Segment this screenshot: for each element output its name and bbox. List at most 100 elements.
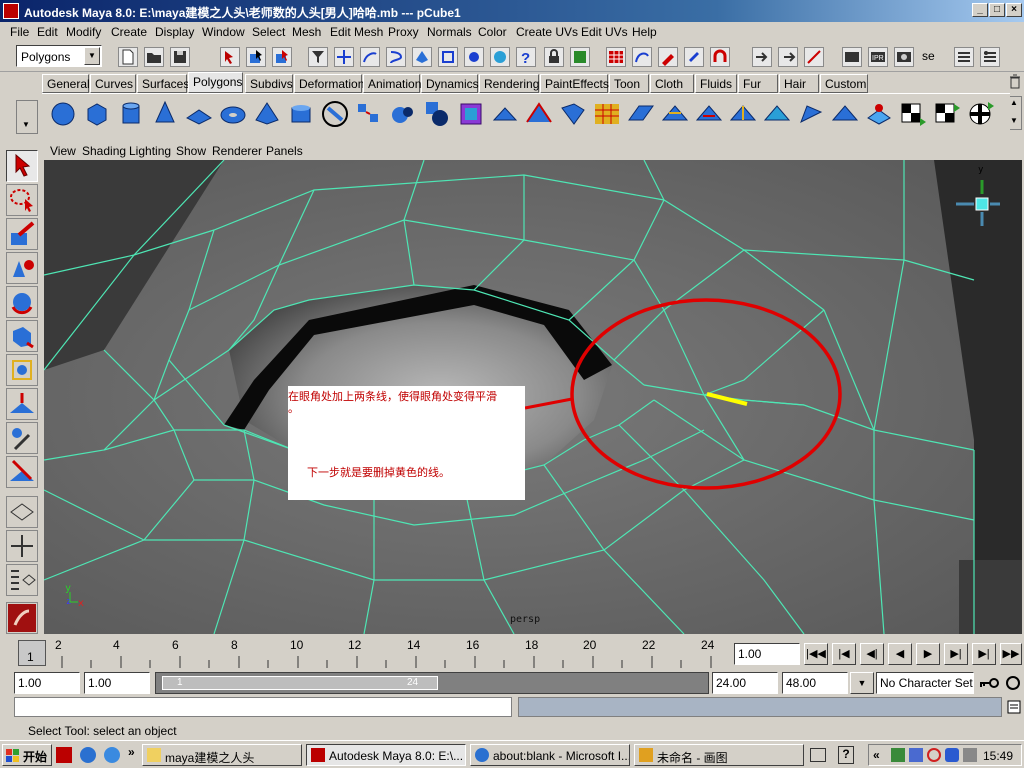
menu-proxy[interactable]: Proxy [388, 25, 419, 39]
playback-end-field[interactable]: 24.00 [712, 672, 778, 694]
menu-edit-mesh[interactable]: Edit Mesh [330, 25, 383, 39]
internet-explorer-icon[interactable] [104, 747, 120, 763]
create-polygon-icon[interactable] [592, 98, 622, 130]
menu-create-uvs[interactable]: Create UVs [516, 25, 578, 39]
lock-icon[interactable] [544, 47, 564, 67]
scale-tool-icon[interactable] [6, 320, 38, 352]
step-forward-frame-button[interactable]: ▶| [944, 643, 968, 665]
poly-cube-icon[interactable] [82, 98, 112, 130]
menu-window[interactable]: Window [202, 25, 245, 39]
tab-painteffects[interactable]: PaintEffects [540, 74, 609, 93]
outliner-layout-icon[interactable] [6, 564, 38, 596]
playback-start-field[interactable]: 1.00 [84, 672, 150, 694]
menu-modify[interactable]: Modify [66, 25, 101, 39]
uv-checker-icon[interactable] [898, 98, 928, 130]
duplicate-face-icon[interactable] [830, 98, 860, 130]
tab-hair[interactable]: Hair [779, 74, 819, 93]
extract-icon[interactable] [864, 98, 894, 130]
menu-normals[interactable]: Normals [427, 25, 472, 39]
shelf-menu-button[interactable]: ▼ [16, 100, 38, 134]
snap-live-icon[interactable] [438, 47, 458, 67]
lasso-tool-icon[interactable] [6, 184, 38, 216]
combine-icon[interactable] [320, 98, 350, 130]
tab-deformation[interactable]: Deformation [294, 74, 364, 93]
select-component-icon[interactable] [272, 47, 292, 67]
cut-faces-icon[interactable] [728, 98, 758, 130]
render-view-icon[interactable] [606, 47, 626, 67]
go-to-start-button[interactable]: |◀◀ [804, 643, 828, 665]
range-slider[interactable]: 1 24 [155, 672, 709, 694]
play-backward-button[interactable]: ◀ [888, 643, 912, 665]
menu-edit[interactable]: Edit [37, 25, 58, 39]
current-time-field[interactable]: 1.00 [734, 643, 800, 665]
brush-icon[interactable] [658, 47, 678, 67]
menu-set-dropdown[interactable]: Polygons ▼ [16, 45, 102, 67]
tab-fur[interactable]: Fur [738, 74, 778, 93]
menu-file[interactable]: File [10, 25, 29, 39]
panel-menu-lighting[interactable]: Lighting [129, 144, 171, 158]
panel-menu-shading[interactable]: Shading [82, 144, 126, 158]
smooth-icon[interactable] [388, 98, 418, 130]
menu-mesh[interactable]: Mesh [292, 25, 321, 39]
poly-pipe-icon[interactable] [286, 98, 316, 130]
single-perspective-layout-icon[interactable] [6, 496, 38, 528]
ipr-render-icon[interactable]: IPR [868, 47, 888, 67]
menu-create[interactable]: Create [111, 25, 147, 39]
curve-tool-icon[interactable] [632, 47, 652, 67]
command-line-input[interactable] [14, 697, 512, 717]
output-ops-icon[interactable] [778, 47, 798, 67]
blocked-icon[interactable] [927, 748, 941, 762]
task-paint[interactable]: 未命名 - 画图 [634, 744, 804, 766]
uv-planar-icon[interactable] [932, 98, 962, 130]
keyboard-icon[interactable] [810, 748, 826, 762]
tab-cloth[interactable]: Cloth [650, 74, 694, 93]
wedge-faces-icon[interactable] [796, 98, 826, 130]
construction-history-icon[interactable] [464, 47, 484, 67]
sculpt-icon[interactable] [684, 47, 704, 67]
open-scene-icon[interactable] [144, 47, 164, 67]
rename-icon[interactable] [804, 47, 824, 67]
panel-menu-panels[interactable]: Panels [266, 144, 303, 158]
save-scene-icon[interactable] [170, 47, 190, 67]
close-button[interactable]: × [1006, 3, 1022, 17]
trash-icon[interactable] [1008, 74, 1022, 90]
task-folder[interactable]: maya建模之人头 [142, 744, 302, 766]
perspective-viewport[interactable]: y y z x 在眼角处加上两条线，使得眼角处变得平滑 。 下一步就是要删掉黄色… [44, 160, 1022, 634]
snap-point-icon[interactable] [386, 47, 406, 67]
tab-fluids[interactable]: Fluids [695, 74, 737, 93]
menu-select[interactable]: Select [252, 25, 285, 39]
select-object-icon[interactable] [246, 47, 266, 67]
poly-plane-icon[interactable] [184, 98, 214, 130]
animation-prefs-icon[interactable] [1004, 674, 1022, 692]
key-icon[interactable] [978, 674, 1000, 692]
tab-surfaces[interactable]: Surfaces [137, 74, 189, 93]
universal-manipulator-icon[interactable] [6, 354, 38, 386]
network-icon[interactable] [891, 748, 905, 762]
volume-icon[interactable] [963, 748, 977, 762]
magnet-icon[interactable] [710, 47, 730, 67]
menu-display[interactable]: Display [155, 25, 194, 39]
menu-edit-uvs[interactable]: Edit UVs [581, 25, 628, 39]
minimize-button[interactable]: _ [972, 3, 988, 17]
tab-rendering[interactable]: Rendering [479, 74, 539, 93]
end-time-field[interactable]: 48.00 [782, 672, 848, 694]
panel-menu-show[interactable]: Show [176, 144, 206, 158]
tab-dynamics[interactable]: Dynamics [421, 74, 479, 93]
display-icon[interactable] [909, 748, 923, 762]
channel-box-toggle-icon[interactable] [954, 47, 974, 67]
help-icon[interactable]: ? [838, 746, 854, 764]
poly-sphere-icon[interactable] [48, 98, 78, 130]
menu-help[interactable]: Help [632, 25, 657, 39]
go-to-end-button[interactable]: ▶▶ [1000, 643, 1022, 665]
task-ie[interactable]: about:blank - Microsoft I... [470, 744, 630, 766]
render-current-icon[interactable] [842, 47, 862, 67]
start-button[interactable]: 开始 [2, 744, 52, 766]
tab-polygons[interactable]: Polygons [188, 72, 243, 93]
maximize-button[interactable]: □ [989, 3, 1005, 17]
step-back-key-button[interactable]: |◀ [832, 643, 856, 665]
new-scene-icon[interactable] [118, 47, 138, 67]
tab-general[interactable]: General [42, 74, 90, 93]
poly-pyramid-icon[interactable] [252, 98, 282, 130]
filter-icon[interactable] [308, 47, 328, 67]
proxy-cube-icon[interactable] [456, 98, 486, 130]
